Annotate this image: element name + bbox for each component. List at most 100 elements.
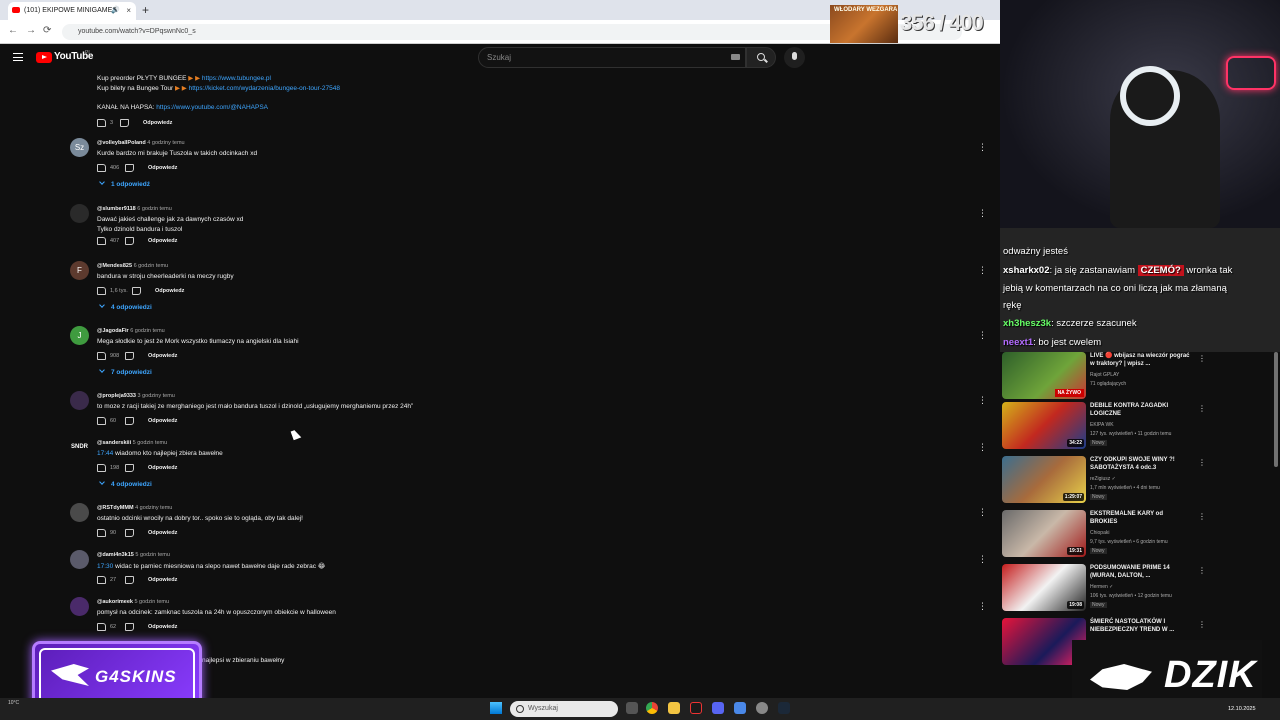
comment-author[interactable]: @volleyballPoland: [97, 140, 146, 146]
comment-menu-icon[interactable]: [978, 208, 987, 219]
video-channel[interactable]: Rajot GPLAY: [1090, 372, 1119, 378]
reply-button[interactable]: Odpowiedz: [155, 288, 184, 294]
video-channel[interactable]: EKIPA WK: [1090, 422, 1114, 428]
windows-start-icon[interactable]: [490, 702, 502, 714]
reply-button[interactable]: Odpowiedz: [148, 353, 177, 359]
comment-menu-icon[interactable]: [978, 507, 987, 518]
comment-menu-icon[interactable]: [978, 442, 987, 453]
reply-button[interactable]: Odpowiedz: [148, 418, 177, 424]
comment-author[interactable]: @Mendes825: [97, 263, 132, 269]
comment-menu-icon[interactable]: [978, 330, 987, 341]
like-icon[interactable]: [97, 287, 106, 295]
menu-icon[interactable]: [13, 53, 23, 61]
like-icon[interactable]: [97, 623, 106, 631]
video-menu-icon[interactable]: ⋮: [1198, 354, 1206, 363]
dislike-icon[interactable]: [125, 237, 134, 245]
video-menu-icon[interactable]: ⋮: [1198, 458, 1206, 467]
dislike-icon[interactable]: [125, 576, 134, 584]
reply-button[interactable]: Odpowiedz: [143, 120, 172, 126]
taskbar-search[interactable]: Wyszukaj: [510, 701, 618, 717]
url-field[interactable]: youtube.com/watch?v=DPqswnNc0_s: [62, 24, 962, 40]
search-input[interactable]: Szukaj: [478, 47, 746, 68]
like-icon[interactable]: [97, 164, 106, 172]
video-channel[interactable]: Chiopaki: [1090, 530, 1109, 536]
view-replies-button[interactable]: 4 odpowiedzi: [99, 479, 152, 488]
voice-search-button[interactable]: [784, 47, 805, 68]
comment-time[interactable]: 5 godzin temu: [135, 552, 170, 558]
tour-link[interactable]: https://kicket.com/wydarzenia/bungee-on-…: [189, 85, 340, 92]
comment-time[interactable]: 6 godzin temu: [137, 206, 172, 212]
video-thumbnail[interactable]: 19:31: [1002, 510, 1086, 557]
dislike-icon[interactable]: [125, 164, 134, 172]
like-icon[interactable]: [97, 119, 106, 127]
comment-time[interactable]: 3 godziny temu: [138, 393, 175, 399]
dislike-icon[interactable]: [125, 464, 134, 472]
comment-menu-icon[interactable]: [978, 142, 987, 153]
comment-time[interactable]: 6 godzin temu: [134, 263, 169, 269]
video-title[interactable]: EKSTREMALNE KARY od BROKIES: [1090, 510, 1190, 526]
dislike-icon[interactable]: [125, 529, 134, 537]
like-icon[interactable]: [97, 464, 106, 472]
recommended-video[interactable]: 1:29:07 CZY ODKUPI SWOJE WINY ?! SABOTAŻY…: [1002, 456, 1272, 506]
reply-button[interactable]: Odpowiedz: [148, 624, 177, 630]
comment-menu-icon[interactable]: [978, 395, 987, 406]
video-thumbnail[interactable]: 34:22: [1002, 402, 1086, 449]
comment-author[interactable]: @slumber9118: [97, 206, 136, 212]
dislike-icon[interactable]: [125, 417, 134, 425]
keyboard-icon[interactable]: [731, 54, 740, 60]
comment-author[interactable]: @aukorimeek: [97, 599, 133, 605]
back-button[interactable]: ←: [8, 25, 18, 36]
settings-icon[interactable]: [756, 702, 768, 714]
avatar[interactable]: Sz: [70, 138, 89, 157]
file-explorer-icon[interactable]: [668, 702, 680, 714]
video-title[interactable]: LIVE 🔴 wbijasz na wieczór pograć w trakt…: [1090, 352, 1190, 368]
video-title[interactable]: PODSUMOWANIE PRIME 14 (MURAN, DALTON, ..…: [1090, 564, 1190, 580]
reply-button[interactable]: Odpowiedz: [148, 165, 177, 171]
scrollbar[interactable]: [1274, 352, 1278, 467]
timestamp-link[interactable]: 17:44: [97, 450, 113, 457]
reply-button[interactable]: Odpowiedz: [148, 530, 177, 536]
like-icon[interactable]: [97, 237, 106, 245]
comment-menu-icon[interactable]: [978, 265, 987, 276]
chrome-icon[interactable]: [646, 702, 658, 714]
avatar[interactable]: SNDR: [70, 438, 89, 457]
video-menu-icon[interactable]: ⋮: [1198, 404, 1206, 413]
recommended-video[interactable]: 34:22 DEBILE KONTRA ZAGADKI LOGICZNE EKIPA…: [1002, 402, 1272, 452]
speaker-icon[interactable]: 🔊: [111, 6, 120, 14]
avatar[interactable]: [70, 204, 89, 223]
video-title[interactable]: ŚMIERĆ NASTOLATKÓW I NIEBEZPIECZNY TREND…: [1090, 618, 1190, 634]
search-button[interactable]: [746, 47, 776, 68]
comment-menu-icon[interactable]: [978, 601, 987, 612]
forward-button[interactable]: →: [26, 25, 36, 36]
timestamp-link[interactable]: 17:30: [97, 563, 113, 570]
weather-widget[interactable]: 10°C: [8, 700, 19, 706]
view-replies-button[interactable]: 1 odpowiedź: [99, 179, 150, 188]
video-title[interactable]: CZY ODKUPI SWOJE WINY ?! SABOTAŻYSTA 4 o…: [1090, 456, 1190, 472]
comment-author[interactable]: @RSTdyMMM: [97, 505, 134, 511]
avatar[interactable]: [70, 550, 89, 569]
video-menu-icon[interactable]: ⋮: [1198, 512, 1206, 521]
recommended-video[interactable]: 19:08 PODSUMOWANIE PRIME 14 (MURAN, DALTO…: [1002, 564, 1272, 614]
avatar[interactable]: [70, 597, 89, 616]
comment-time[interactable]: 4 godziny temu: [135, 505, 172, 511]
comment-time[interactable]: 6 godzin temu: [130, 328, 165, 334]
recommended-video[interactable]: 19:31 EKSTREMALNE KARY od BROKIES Chiopaki…: [1002, 510, 1272, 560]
view-replies-button[interactable]: 4 odpowiedzi: [99, 302, 152, 311]
like-icon[interactable]: [97, 576, 106, 584]
task-view-icon[interactable]: [626, 702, 638, 714]
comment-author[interactable]: @JagodaFir: [97, 328, 129, 334]
obs-icon[interactable]: [690, 702, 702, 714]
discord-icon[interactable]: [712, 702, 724, 714]
comment-author[interactable]: @sanderskiii: [97, 440, 131, 446]
view-replies-button[interactable]: 7 odpowiedzi: [99, 367, 152, 376]
avatar[interactable]: [70, 503, 89, 522]
reply-button[interactable]: Odpowiedz: [148, 465, 177, 471]
browser-tab[interactable]: (101) EKIPOWE MINIGAMES 🔊 ×: [8, 2, 136, 20]
channel-link[interactable]: https://www.youtube.com/@NAHAPSA: [156, 104, 268, 111]
dislike-icon[interactable]: [125, 352, 134, 360]
comment-menu-icon[interactable]: [978, 554, 987, 565]
comment-time[interactable]: 5 godzin temu: [134, 599, 169, 605]
dislike-icon[interactable]: [132, 287, 141, 295]
avatar[interactable]: J: [70, 326, 89, 345]
dislike-icon[interactable]: [125, 623, 134, 631]
